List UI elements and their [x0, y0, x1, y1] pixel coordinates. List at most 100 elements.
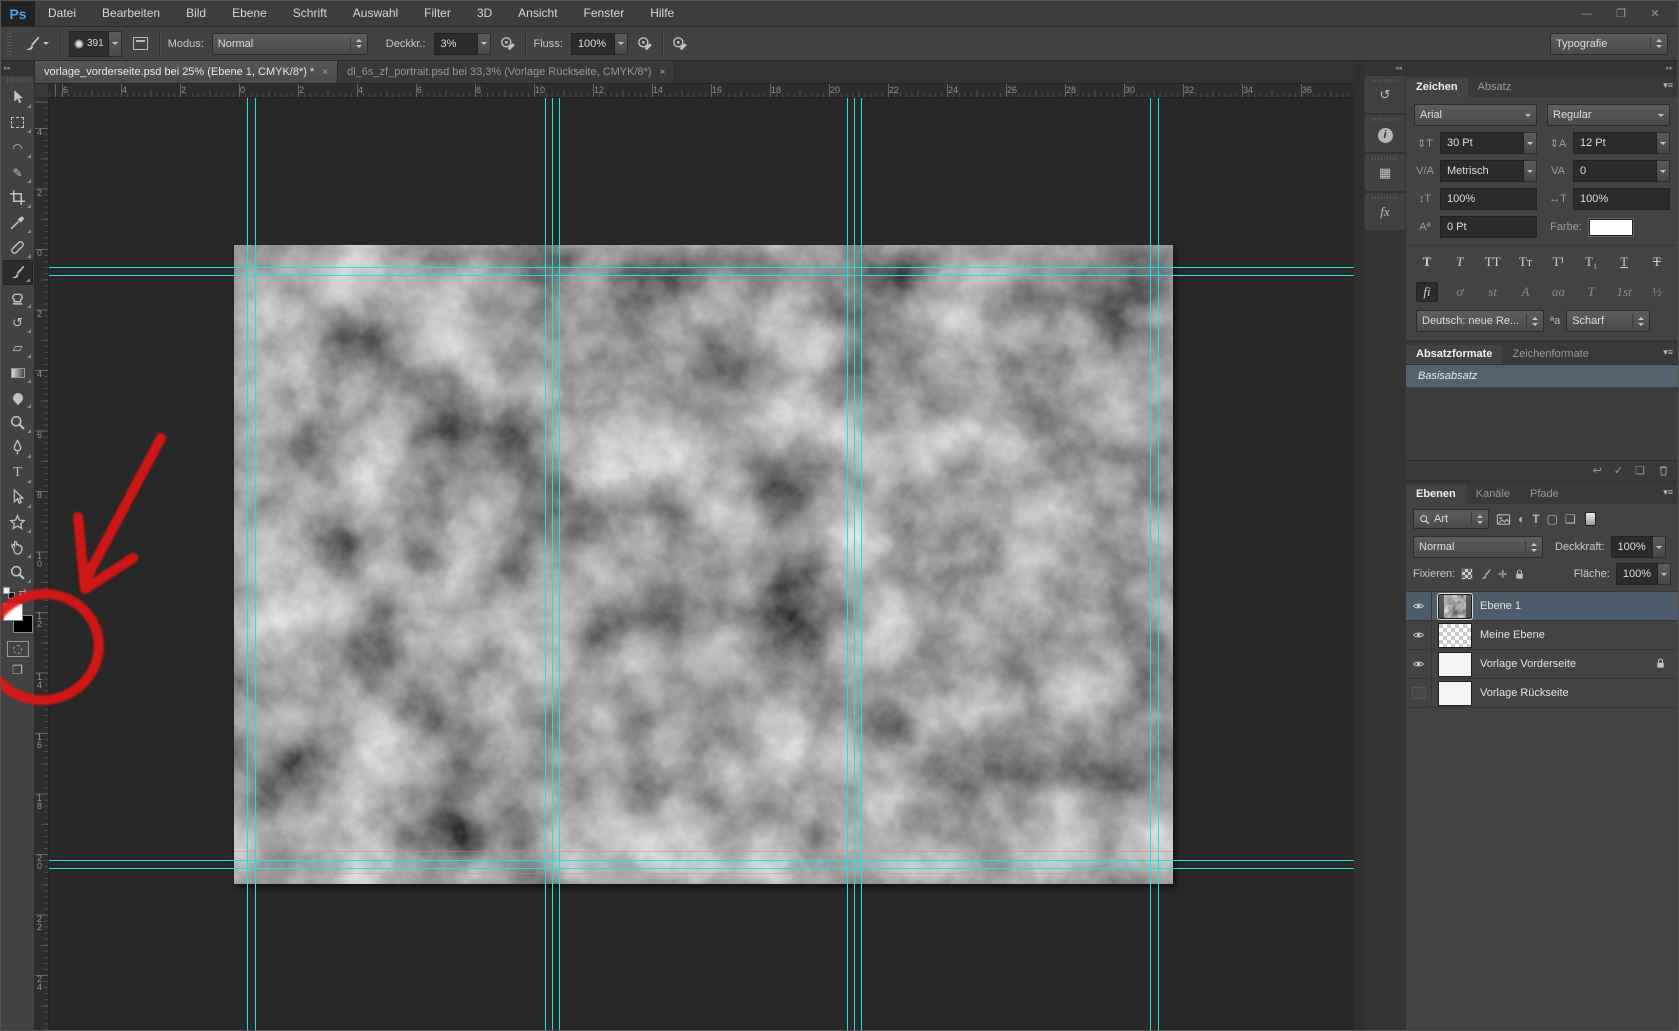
panel-menu-icon[interactable]: ▾≡: [1663, 347, 1673, 358]
tab-ebenen[interactable]: Ebenen: [1406, 485, 1466, 504]
guide-vertical[interactable]: [247, 98, 248, 1031]
menu-item-bearbeiten[interactable]: Bearbeiten: [89, 1, 173, 26]
layer-row[interactable]: Vorlage Vorderseite: [1406, 650, 1678, 679]
lock-pixels-icon[interactable]: [1479, 568, 1492, 581]
layer-filter-select[interactable]: Art: [1413, 509, 1489, 529]
guide-vertical[interactable]: [552, 98, 553, 1031]
guide-vertical[interactable]: [847, 98, 848, 1031]
layer-thumbnail[interactable]: [1438, 623, 1472, 648]
toggle-brush-panel-button[interactable]: [130, 34, 151, 53]
history-panel-button[interactable]: ↺: [1365, 76, 1405, 113]
lock-position-icon[interactable]: ✛: [1498, 568, 1507, 581]
tracking-field[interactable]: 0: [1573, 160, 1670, 182]
close-button[interactable]: ✕: [1642, 7, 1668, 20]
guide-horizontal[interactable]: [49, 868, 1354, 869]
guide-horizontal[interactable]: [49, 267, 1354, 268]
guide-vertical[interactable]: [1150, 98, 1151, 1031]
panels-collapse-button[interactable]: ▸▸: [1406, 61, 1678, 76]
pen-pressure-size-icon[interactable]: [671, 35, 689, 53]
layer-opacity-control[interactable]: 100%: [1611, 536, 1666, 558]
blend-mode-select[interactable]: Normal: [212, 33, 368, 55]
lock-transparency-icon[interactable]: [1461, 568, 1473, 580]
layer-thumbnail[interactable]: [1438, 594, 1472, 619]
style-button-italic[interactable]: T: [1449, 252, 1471, 272]
quick-mask-button[interactable]: [7, 641, 29, 657]
minimize-button[interactable]: —: [1574, 8, 1600, 20]
layer-row[interactable]: Ebene 1: [1406, 592, 1678, 621]
pen-tool[interactable]: [3, 435, 33, 460]
brush-preset-picker[interactable]: 391: [69, 31, 122, 57]
brush-tool[interactable]: [3, 260, 33, 285]
filter-shape-layers-icon[interactable]: ▢: [1547, 512, 1558, 526]
apply-style-icon[interactable]: ✓: [1614, 464, 1623, 477]
filter-adjustment-layers-icon[interactable]: ◐: [1518, 512, 1525, 526]
horizontal-scale-field[interactable]: 100%: [1573, 188, 1670, 210]
custom-shape-tool[interactable]: [3, 510, 33, 535]
layer-row[interactable]: Vorlage Rückseite: [1406, 679, 1678, 708]
move-tool[interactable]: [3, 85, 33, 110]
flow-dropdown-button[interactable]: [615, 33, 628, 55]
opentype-button-fractions[interactable]: ½: [1646, 282, 1668, 302]
panel-menu-icon[interactable]: ▾≡: [1663, 487, 1673, 498]
guide-vertical[interactable]: [861, 98, 862, 1031]
menu-item-bild[interactable]: Bild: [173, 1, 219, 26]
eyedropper-tool[interactable]: [3, 210, 33, 235]
font-family-select[interactable]: Arial: [1414, 104, 1537, 126]
paragraph-style-item[interactable]: Basisabsatz: [1406, 365, 1678, 387]
style-button-allcaps[interactable]: TT: [1482, 252, 1504, 272]
eraser-tool[interactable]: ▱: [3, 335, 33, 360]
layer-visibility-toggle[interactable]: [1406, 679, 1432, 707]
guide-horizontal[interactable]: [49, 275, 1354, 276]
menu-item-hilfe[interactable]: Hilfe: [637, 1, 687, 26]
layer-row[interactable]: Meine Ebene: [1406, 621, 1678, 650]
baseline-shift-field[interactable]: 0 Pt: [1440, 216, 1537, 238]
layer-visibility-toggle[interactable]: [1406, 592, 1432, 620]
glyphs-panel-button[interactable]: ▦: [1365, 154, 1405, 191]
clone-stamp-tool[interactable]: [3, 285, 33, 310]
filter-type-layers-icon[interactable]: T: [1532, 512, 1539, 526]
menu-item-schrift[interactable]: Schrift: [280, 1, 340, 26]
menu-item-ebene[interactable]: Ebene: [219, 1, 280, 26]
default-colors-icon[interactable]: [3, 587, 15, 599]
opacity-dropdown-button[interactable]: [478, 33, 491, 55]
new-style-icon[interactable]: ❏: [1635, 464, 1645, 477]
zoom-tool[interactable]: [3, 560, 33, 585]
filter-toggle-switch[interactable]: [1585, 512, 1596, 526]
toolbar-grip[interactable]: [7, 78, 29, 82]
layer-thumbnail[interactable]: [1438, 652, 1472, 677]
guide-vertical[interactable]: [255, 98, 256, 1031]
opentype-button-contextual-alternates[interactable]: aa: [1547, 282, 1569, 302]
document-canvas[interactable]: [234, 245, 1173, 884]
options-bar-grip[interactable]: [7, 33, 12, 55]
history-brush-tool[interactable]: ↺: [3, 310, 33, 335]
blur-tool[interactable]: [3, 385, 33, 410]
trash-icon[interactable]: [1657, 464, 1670, 477]
toolbar-collapse-button[interactable]: ▸▸: [1, 61, 34, 76]
tab-absatzformate[interactable]: Absatzformate: [1406, 345, 1502, 364]
hand-tool[interactable]: [3, 535, 33, 560]
layer-blend-mode-select[interactable]: Normal: [1413, 536, 1543, 558]
menu-item-fenster[interactable]: Fenster: [571, 1, 638, 26]
info-panel-button[interactable]: i: [1365, 115, 1405, 152]
style-button-bold[interactable]: T: [1416, 252, 1438, 272]
tab-zeichenformate[interactable]: Zeichenformate: [1502, 345, 1598, 364]
close-tab-icon[interactable]: ×: [660, 67, 666, 78]
opentype-button-ordinals[interactable]: 1st: [1613, 282, 1635, 302]
layer-visibility-toggle[interactable]: [1406, 650, 1432, 678]
guide-vertical[interactable]: [1158, 98, 1159, 1031]
horizontal-ruler[interactable]: 642024681012141618202224262830323436: [49, 84, 1354, 98]
document-tab-1[interactable]: vorlage_vorderseite.psd bei 25% (Ebene 1…: [35, 61, 338, 83]
dodge-tool[interactable]: [3, 410, 33, 435]
opentype-button-titling-alternates[interactable]: T: [1580, 282, 1602, 302]
antialias-select[interactable]: Scharf: [1566, 310, 1650, 332]
text-color-swatch[interactable]: [1589, 219, 1633, 236]
layer-visibility-toggle[interactable]: [1406, 621, 1432, 649]
lasso-tool[interactable]: ◠: [3, 135, 33, 160]
menu-item-ansicht[interactable]: Ansicht: [505, 1, 570, 26]
quick-selection-tool[interactable]: ✎: [3, 160, 33, 185]
path-selection-tool[interactable]: [3, 485, 33, 510]
guide-vertical[interactable]: [559, 98, 560, 1031]
guide-vertical[interactable]: [854, 98, 855, 1031]
style-button-strikethrough[interactable]: Ŧ: [1646, 252, 1668, 272]
foreground-color-swatch[interactable]: [3, 603, 23, 621]
